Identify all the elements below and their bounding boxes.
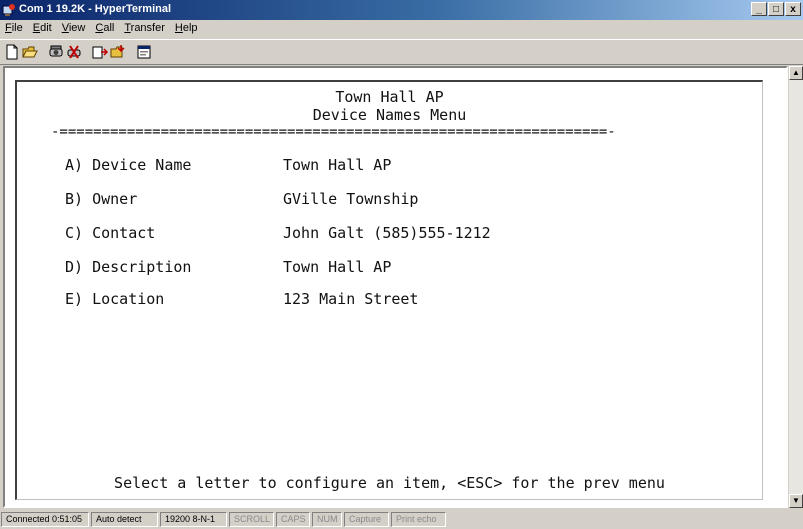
terminal-prompt: Select a letter to configure an item, <E… — [114, 474, 665, 492]
send-icon[interactable] — [91, 43, 109, 61]
terminal-separator: -=======================================… — [51, 124, 616, 140]
menu-item-value-c: John Galt (585)555-1212 — [283, 224, 491, 242]
window-title: Com 1 19.2K - HyperTerminal — [19, 3, 172, 15]
status-connected: Connected 0:51:05 — [1, 512, 89, 527]
receive-icon[interactable] — [109, 43, 127, 61]
menu-item-value-e: 123 Main Street — [283, 290, 419, 308]
hyperterminal-icon[interactable] — [2, 3, 16, 17]
menu-view[interactable]: View — [57, 20, 91, 38]
status-scroll: SCROLL — [229, 512, 274, 527]
menu-bar: File Edit View Call Transfer Help — [0, 20, 803, 38]
status-capture: Capture — [344, 512, 389, 527]
status-print-echo: Print echo — [391, 512, 446, 527]
menu-item-value-b: GVille Township — [283, 190, 419, 208]
menu-edit[interactable]: Edit — [28, 20, 57, 38]
status-detect: Auto detect — [91, 512, 158, 527]
status-settings: 19200 8-N-1 — [160, 512, 227, 527]
menu-item-key-a[interactable]: A) Device Name — [65, 156, 191, 174]
vertical-scrollbar[interactable]: ▲ ▼ — [789, 66, 803, 508]
maximize-button[interactable]: □ — [768, 2, 784, 16]
menu-file[interactable]: File — [0, 20, 28, 38]
scroll-up-button[interactable]: ▲ — [789, 66, 803, 80]
scroll-down-button[interactable]: ▼ — [789, 494, 803, 508]
terminal-header-subtitle: Device Names Menu — [312, 106, 467, 124]
terminal-screen[interactable]: Town Hall AP Device Names Menu -========… — [15, 80, 763, 500]
minimize-button[interactable]: _ — [751, 2, 767, 16]
menu-transfer[interactable]: Transfer — [119, 20, 170, 38]
open-icon[interactable] — [21, 43, 39, 61]
menu-item-key-e[interactable]: E) Location — [65, 290, 164, 308]
new-icon[interactable] — [3, 43, 21, 61]
menu-item-value-d: Town Hall AP — [283, 258, 392, 276]
terminal-header-title: Town Hall AP — [335, 88, 444, 106]
menu-help[interactable]: Help — [170, 20, 203, 38]
menu-item-key-c[interactable]: C) Contact — [65, 224, 155, 242]
menu-item-value-a: Town Hall AP — [283, 156, 392, 174]
status-caps: CAPS — [276, 512, 310, 527]
connect-icon[interactable] — [47, 43, 65, 61]
disconnect-icon[interactable] — [65, 43, 83, 61]
close-button[interactable]: x — [785, 2, 801, 16]
properties-icon[interactable] — [135, 43, 153, 61]
menu-item-key-d[interactable]: D) Description — [65, 258, 191, 276]
status-num: NUM — [312, 512, 342, 527]
toolbar — [0, 39, 803, 65]
menu-item-key-b[interactable]: B) Owner — [65, 190, 137, 208]
title-bar[interactable]: Com 1 19.2K - HyperTerminal _ □ x — [0, 0, 803, 20]
status-bar: Connected 0:51:05 Auto detect 19200 8-N-… — [0, 510, 803, 529]
hyperterminal-window: Com 1 19.2K - HyperTerminal _ □ x File E… — [0, 0, 803, 529]
menu-call[interactable]: Call — [90, 20, 119, 38]
